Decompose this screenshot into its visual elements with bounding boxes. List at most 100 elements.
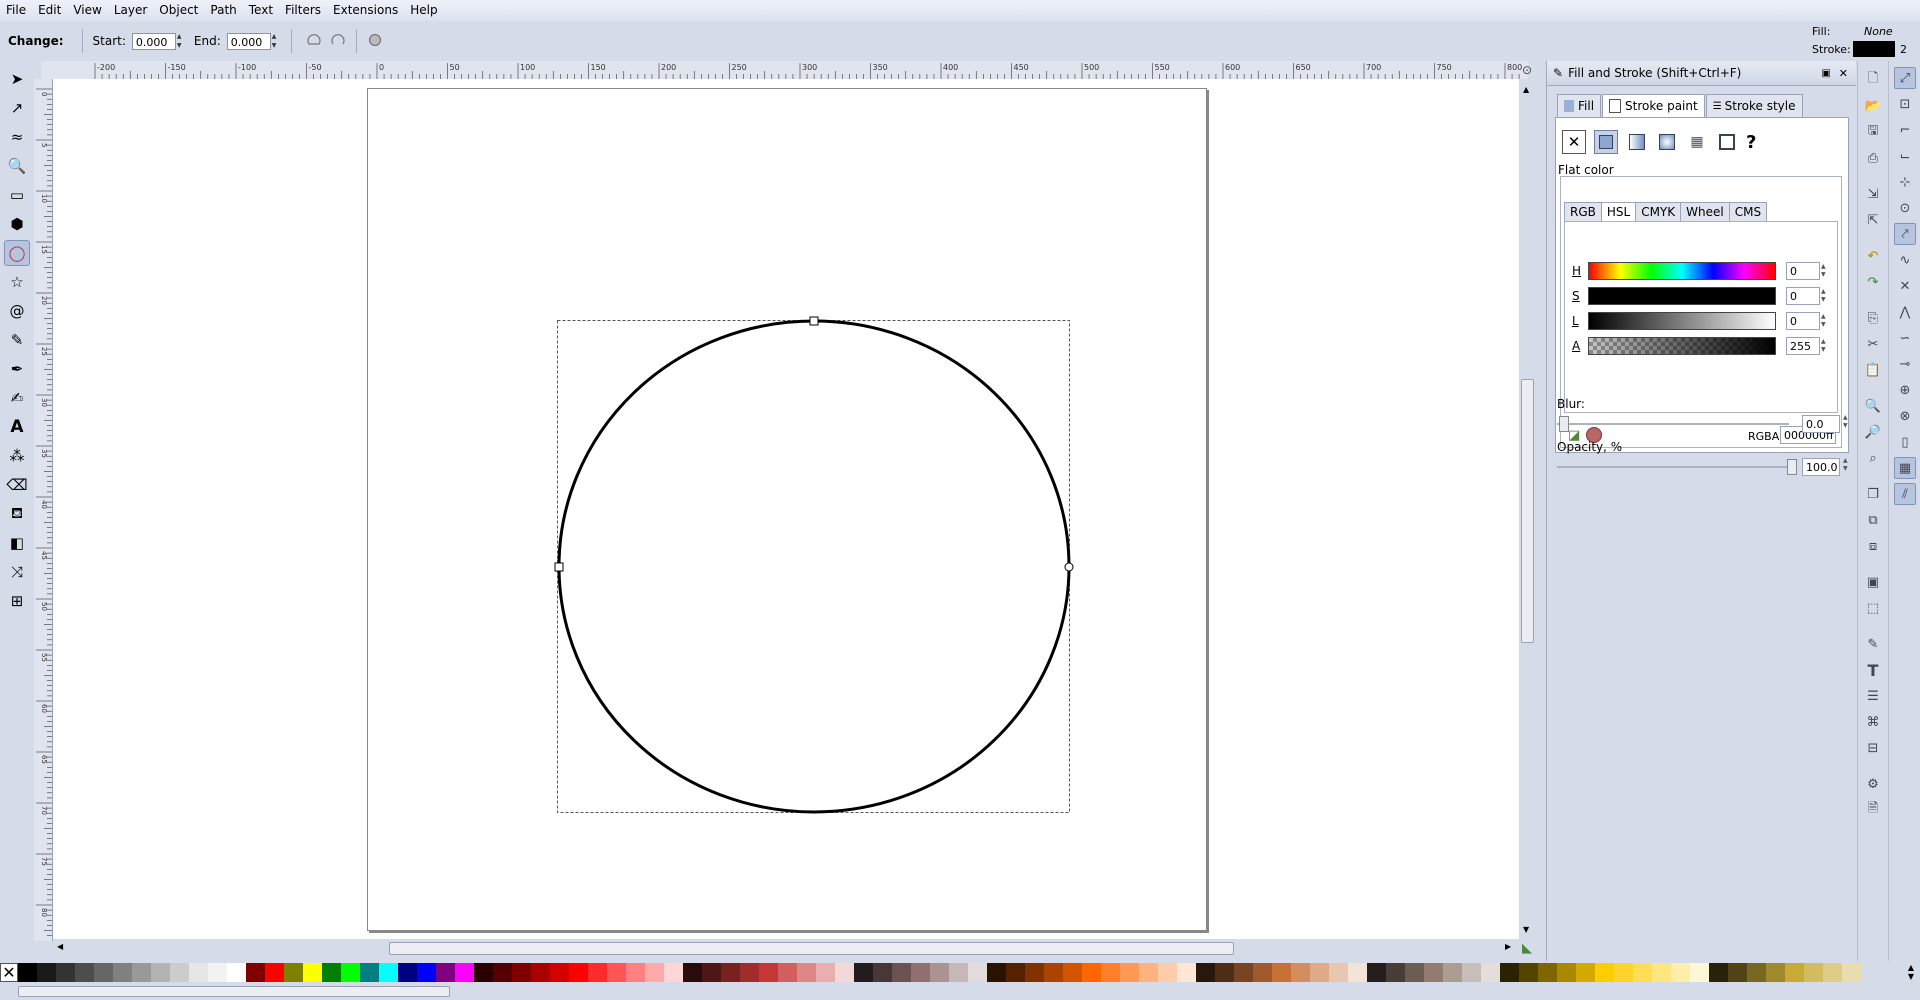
color-swatch[interactable]	[246, 962, 265, 982]
color-swatch[interactable]	[151, 962, 170, 982]
spiral-tool[interactable]: @	[4, 298, 30, 324]
color-swatch[interactable]	[1158, 962, 1177, 982]
paint-bucket-tool[interactable]: ⛾	[4, 501, 30, 527]
color-swatch[interactable]	[1557, 962, 1576, 982]
hue-spin-arrows[interactable]: ▲ ▼	[1821, 263, 1829, 279]
color-swatch[interactable]	[417, 962, 436, 982]
color-swatch[interactable]	[1823, 962, 1842, 982]
menu-layer[interactable]: Layer	[108, 0, 153, 21]
color-swatch[interactable]	[1652, 962, 1671, 982]
rectangle-tool[interactable]: ▭	[4, 182, 30, 208]
color-swatch[interactable]	[1348, 962, 1367, 982]
calligraphy-tool[interactable]: ✍	[4, 385, 30, 411]
stroke-swatch[interactable]	[1853, 41, 1895, 57]
color-swatch[interactable]	[1671, 962, 1690, 982]
snap-bbox-center-icon[interactable]: ⊙	[1894, 197, 1916, 219]
color-swatch[interactable]	[1272, 962, 1291, 982]
color-swatch[interactable]	[1462, 962, 1481, 982]
group-icon[interactable]: ▣	[1862, 571, 1884, 593]
horizontal-scrollbar[interactable]: ◀ ▶	[53, 940, 1519, 956]
scroll-up-icon[interactable]: ▲	[1523, 85, 1529, 94]
color-swatch[interactable]	[1044, 962, 1063, 982]
fill-stroke-icon[interactable]: ✎	[1862, 633, 1884, 655]
start-input[interactable]: 0.000	[131, 32, 176, 50]
style-indicator[interactable]: Fill: None Stroke: 2	[1812, 21, 1920, 61]
color-swatch[interactable]	[569, 962, 588, 982]
lightness-spin-arrows[interactable]: ▲ ▼	[1821, 313, 1829, 329]
color-swatch[interactable]	[1006, 962, 1025, 982]
save-icon[interactable]: 🖫	[1862, 121, 1884, 143]
color-swatch[interactable]	[1633, 962, 1652, 982]
color-swatch[interactable]	[303, 962, 322, 982]
color-swatch[interactable]	[1063, 962, 1082, 982]
dialog-iconify-icon[interactable]: ▣	[1821, 68, 1830, 79]
color-swatch[interactable]	[1177, 962, 1196, 982]
eraser-tool[interactable]: ⌫	[4, 472, 30, 498]
color-swatch[interactable]	[778, 962, 797, 982]
flat-color-button[interactable]	[1594, 130, 1618, 154]
color-swatch[interactable]	[379, 962, 398, 982]
color-swatch[interactable]	[664, 962, 683, 982]
color-swatch[interactable]	[1804, 962, 1823, 982]
start-spinbox[interactable]: 0.000 ▲ ▼	[131, 32, 186, 50]
copy-icon[interactable]: ⎘	[1862, 307, 1884, 329]
saturation-input[interactable]: 0	[1786, 287, 1820, 305]
opacity-input[interactable]: 100.0	[1802, 458, 1840, 476]
menu-file[interactable]: File	[0, 0, 32, 21]
import-icon[interactable]: ⇲	[1862, 183, 1884, 205]
end-spinbox[interactable]: 0.000 ▲ ▼	[226, 32, 281, 50]
pencil-tool[interactable]: ✎	[4, 327, 30, 353]
snap-nodes-icon[interactable]: ⤤	[1894, 223, 1916, 245]
snap-paths-icon[interactable]: ∿	[1894, 249, 1916, 271]
no-paint-button[interactable]: ✕	[1562, 130, 1586, 154]
mode-tab-wheel[interactable]: Wheel	[1680, 202, 1730, 221]
color-swatch[interactable]	[626, 962, 645, 982]
linear-gradient-button[interactable]	[1626, 131, 1648, 153]
color-swatch[interactable]	[1234, 962, 1253, 982]
end-spin-arrows[interactable]: ▲ ▼	[272, 33, 281, 50]
ellipse-tool[interactable]: ◯	[4, 240, 30, 266]
hue-slider[interactable]	[1588, 262, 1776, 280]
color-swatch[interactable]	[1310, 962, 1329, 982]
color-swatch[interactable]	[1785, 962, 1804, 982]
color-swatch[interactable]	[1025, 962, 1044, 982]
no-color-swatch[interactable]: ✕	[0, 962, 18, 982]
zoom-drawing-icon[interactable]: 🔎	[1862, 421, 1884, 443]
lightness-slider[interactable]	[1588, 312, 1776, 330]
3d-box-tool[interactable]: ⬢	[4, 211, 30, 237]
swatch-button[interactable]	[1716, 131, 1738, 153]
color-swatch[interactable]	[227, 962, 246, 982]
color-swatch[interactable]	[512, 962, 531, 982]
color-swatch[interactable]	[721, 962, 740, 982]
color-swatch[interactable]	[208, 962, 227, 982]
color-swatch[interactable]	[1595, 962, 1614, 982]
color-swatch[interactable]	[1424, 962, 1443, 982]
color-swatch[interactable]	[1709, 962, 1728, 982]
make-whole-icon[interactable]	[367, 32, 383, 51]
end-input[interactable]: 0.000	[226, 32, 271, 50]
blur-input[interactable]: 0.0	[1802, 415, 1840, 433]
arc-open-icon[interactable]	[330, 32, 346, 51]
color-swatch[interactable]	[854, 962, 873, 982]
color-swatch[interactable]	[1386, 962, 1405, 982]
opacity-slider-track[interactable]	[1557, 466, 1789, 468]
color-swatch[interactable]	[645, 962, 664, 982]
snap-grid-icon[interactable]: ▦	[1894, 457, 1916, 479]
opacity-slider-handle[interactable]	[1787, 459, 1797, 475]
menu-edit[interactable]: Edit	[32, 0, 67, 21]
mode-tab-cms[interactable]: CMS	[1728, 202, 1768, 221]
color-swatch[interactable]	[1120, 962, 1139, 982]
color-swatch[interactable]	[968, 962, 987, 982]
alpha-slider[interactable]	[1588, 337, 1776, 355]
color-swatch[interactable]	[1443, 962, 1462, 982]
color-swatch[interactable]	[1196, 962, 1215, 982]
ellipse-rx-handle[interactable]	[554, 562, 564, 572]
color-swatch[interactable]	[1690, 962, 1709, 982]
snap-page-icon[interactable]: ▯	[1894, 431, 1916, 453]
open-icon[interactable]: 📂	[1862, 95, 1884, 117]
pen-tool[interactable]: ✒	[4, 356, 30, 382]
node-tool[interactable]: ↗	[4, 95, 30, 121]
arc-start-handle[interactable]	[1064, 562, 1074, 572]
color-manage-icon[interactable]: ◣	[1522, 941, 1532, 956]
color-swatch[interactable]	[1253, 962, 1272, 982]
